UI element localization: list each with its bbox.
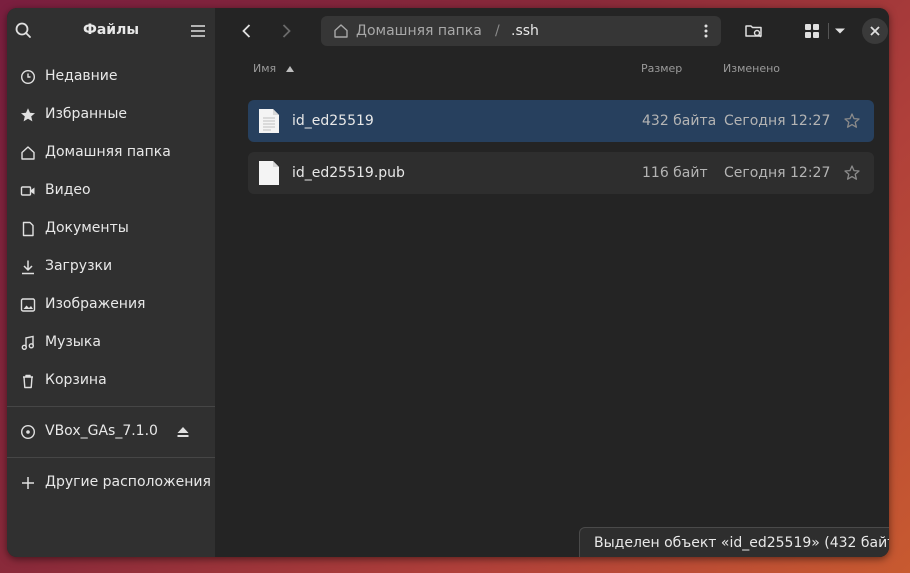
- star-outline-icon[interactable]: [843, 112, 861, 130]
- sidebar-item-downloads[interactable]: Загрузки: [7, 248, 215, 286]
- sidebar-item-label: Музыка: [45, 334, 101, 350]
- column-header: Имя Размер Изменено: [215, 62, 889, 82]
- file-name: id_ed25519: [292, 113, 374, 129]
- back-button[interactable]: [236, 20, 258, 42]
- close-button[interactable]: [862, 18, 888, 44]
- sidebar-item-label: Другие расположения: [45, 474, 211, 490]
- sidebar-item-recent[interactable]: Недавние: [7, 58, 215, 96]
- main-pane: Домашняя папка / .ssh Имя Размер Изменен…: [215, 8, 889, 557]
- sidebar-divider: [7, 406, 215, 407]
- status-bar: Выделен объект «id_ed25519» (432 байта): [579, 527, 889, 557]
- eject-icon[interactable]: [175, 424, 191, 440]
- file-row[interactable]: id_ed25519.pub 116 байт Сегодня 12:27: [248, 152, 874, 194]
- sidebar-item-label: Корзина: [45, 372, 107, 388]
- view-mode-group: [795, 18, 855, 44]
- star-outline-icon[interactable]: [843, 164, 861, 182]
- sidebar-item-music[interactable]: Музыка: [7, 324, 215, 362]
- plus-icon: [22, 477, 34, 489]
- sidebar-places: Недавние Избранные Домашняя папка Видео …: [7, 58, 215, 502]
- download-icon: [22, 260, 34, 275]
- sidebar-header: Файлы: [7, 8, 215, 54]
- sidebar-item-volume[interactable]: VBox_GAs_7.1.0: [7, 413, 215, 451]
- file-name: id_ed25519.pub: [292, 165, 405, 181]
- forward-button[interactable]: [275, 20, 297, 42]
- header-bar: Домашняя папка / .ssh: [215, 8, 889, 54]
- main-menu-button[interactable]: [187, 20, 209, 42]
- image-icon: [20, 298, 36, 312]
- sidebar-item-label: Недавние: [45, 68, 118, 84]
- sort-ascending-icon: [286, 66, 294, 72]
- file-manager-window: Файлы Недавние Избранные Домашняя папка …: [7, 8, 889, 557]
- sidebar-item-documents[interactable]: Документы: [7, 210, 215, 248]
- file-row[interactable]: id_ed25519 432 байта Сегодня 12:27: [248, 100, 874, 142]
- file-size: 432 байта: [642, 113, 717, 129]
- close-icon: [870, 26, 880, 36]
- file-size: 116 байт: [642, 165, 708, 181]
- sidebar-item-label: Избранные: [45, 106, 127, 122]
- sidebar-item-pictures[interactable]: Изображения: [7, 286, 215, 324]
- sidebar-item-label: Загрузки: [45, 258, 113, 274]
- sidebar-item-label: Домашняя папка: [45, 144, 171, 160]
- clock-icon: [20, 69, 36, 85]
- star-icon: [21, 108, 35, 122]
- sidebar-item-other-locations[interactable]: Другие расположения: [7, 464, 215, 502]
- sidebar-item-label: VBox_GAs_7.1.0: [45, 423, 158, 439]
- music-icon: [21, 335, 35, 351]
- sidebar-item-label: Документы: [45, 220, 129, 236]
- grid-view-icon[interactable]: [803, 22, 821, 40]
- disc-icon: [20, 424, 36, 440]
- path-segment-current[interactable]: .ssh: [511, 23, 539, 39]
- sidebar-item-videos[interactable]: Видео: [7, 172, 215, 210]
- file-modified: Сегодня 12:27: [724, 165, 831, 181]
- chevron-left-icon: [242, 24, 251, 38]
- sidebar-item-trash[interactable]: Корзина: [7, 362, 215, 400]
- trash-icon: [23, 374, 33, 389]
- sidebar-item-label: Изображения: [45, 296, 146, 312]
- status-text: Выделен объект «id_ed25519» (432 байта): [594, 535, 889, 551]
- view-divider: [828, 23, 829, 39]
- app-title: Файлы: [82, 22, 140, 38]
- file-icon: [259, 161, 279, 185]
- column-size[interactable]: Размер: [641, 62, 682, 75]
- folder-search-button[interactable]: [743, 20, 765, 42]
- path-bar[interactable]: Домашняя папка / .ssh: [321, 16, 721, 46]
- column-modified[interactable]: Изменено: [723, 62, 780, 75]
- sidebar-item-home[interactable]: Домашняя папка: [7, 134, 215, 172]
- chevron-down-icon[interactable]: [833, 24, 847, 38]
- hamburger-menu-icon: [191, 25, 205, 37]
- folder-search-icon: [745, 25, 762, 38]
- path-segment-home[interactable]: Домашняя папка: [356, 23, 482, 39]
- sidebar-item-starred[interactable]: Избранные: [7, 96, 215, 134]
- text-file-icon: [259, 109, 279, 133]
- chevron-right-icon: [282, 24, 291, 38]
- video-icon: [20, 186, 35, 196]
- path-separator: /: [495, 23, 500, 39]
- sidebar-item-label: Видео: [45, 182, 91, 198]
- more-vertical-icon[interactable]: [699, 23, 713, 39]
- sidebar: Файлы Недавние Избранные Домашняя папка …: [7, 8, 215, 557]
- file-modified: Сегодня 12:27: [724, 113, 831, 129]
- document-icon: [22, 221, 34, 237]
- sidebar-divider: [7, 457, 215, 458]
- home-icon: [21, 146, 35, 160]
- home-icon: [334, 24, 348, 38]
- column-name[interactable]: Имя: [253, 62, 276, 75]
